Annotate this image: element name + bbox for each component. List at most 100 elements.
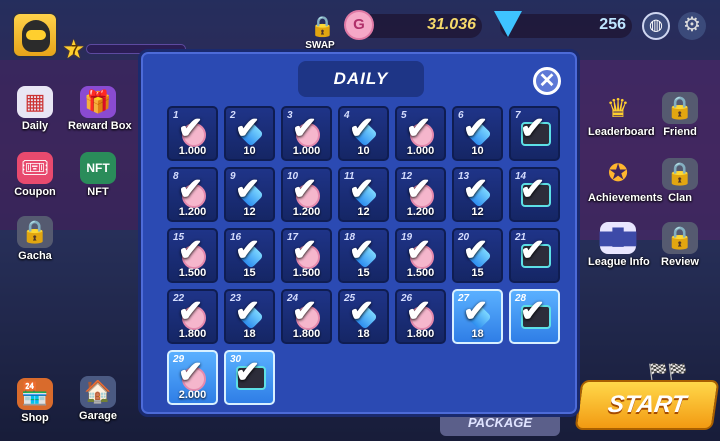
reward-amount: 1.800	[406, 328, 435, 340]
checkmark-icon: ✔	[406, 112, 432, 145]
reward-box-button[interactable]: 🎁 Reward Box	[68, 86, 132, 132]
reward-amount: 1.200	[292, 206, 321, 218]
player-level: 7	[71, 42, 79, 57]
reward-day-23[interactable]: 23 ✔ 18	[224, 289, 275, 344]
reward-day-26[interactable]: 26 ✔ 1.800	[395, 289, 446, 344]
checkmark-icon: ✔	[178, 173, 204, 206]
reward-day-16[interactable]: 16 ✔ 15	[224, 228, 275, 283]
checkmark-icon: ✔	[520, 112, 546, 145]
reward-day-6[interactable]: 6 ✔ 10	[452, 106, 503, 161]
reward-day-24[interactable]: 24 ✔ 1.800	[281, 289, 332, 344]
achievements-button[interactable]: ✪ Achievements	[588, 158, 663, 204]
reward-day-8[interactable]: 8 ✔ 1.200	[167, 167, 218, 222]
reward-amount: 1.800	[178, 328, 207, 340]
swap-button[interactable]: 🔒 SWAP	[300, 10, 340, 51]
checkered-flags-icon: 🏁🏁	[648, 364, 688, 381]
reward-amount: 1.000	[292, 145, 321, 157]
checkmark-icon: ✔	[235, 173, 261, 206]
player-avatar[interactable]	[12, 12, 58, 58]
nft-icon: NFT	[80, 152, 116, 184]
checkmark-icon: ✔	[178, 234, 204, 267]
reward-day-25[interactable]: 25 ✔ 18	[338, 289, 389, 344]
reward-day-3[interactable]: 3 ✔ 1.000	[281, 106, 332, 161]
reward-day-9[interactable]: 9 ✔ 12	[224, 167, 275, 222]
reward-amount: 1.500	[406, 267, 435, 279]
reward-day-27[interactable]: 27 ✔ 18	[452, 289, 503, 344]
reward-day-2[interactable]: 2 ✔ 10	[224, 106, 275, 161]
clan-button[interactable]: 🔒 Clan	[650, 158, 710, 204]
checkmark-icon: ✔	[349, 295, 375, 328]
reward-day-19[interactable]: 19 ✔ 1.500	[395, 228, 446, 283]
league-info-label: League Info	[588, 256, 650, 268]
reward-day-10[interactable]: 10 ✔ 1.200	[281, 167, 332, 222]
checkmark-icon: ✔	[292, 112, 318, 145]
checkmark-icon: ✔	[520, 295, 546, 328]
crown-icon: ♛	[606, 93, 630, 123]
friend-button[interactable]: 🔒 Friend	[650, 92, 710, 138]
reward-amount: 15	[471, 267, 484, 279]
reward-amount: 12	[471, 206, 484, 218]
review-button[interactable]: 🔒 Review	[650, 222, 710, 268]
lock-icon: 🔒	[662, 92, 698, 124]
gacha-button[interactable]: 🔒 Gacha	[5, 216, 65, 262]
reward-day-20[interactable]: 20 ✔ 15	[452, 228, 503, 283]
reward-amount: 18	[471, 328, 484, 340]
nft-label: NFT	[87, 186, 109, 198]
reward-amount: 1.500	[292, 267, 321, 279]
clan-label: Clan	[668, 192, 692, 204]
leaderboard-button[interactable]: ♛ Leaderboard	[588, 92, 655, 138]
checkmark-icon: ✔	[463, 295, 489, 328]
lock-icon: 🔒	[662, 158, 698, 190]
checkmark-icon: ✔	[520, 173, 546, 206]
reward-day-22[interactable]: 22 ✔ 1.800	[167, 289, 218, 344]
reward-day-21[interactable]: 21 ✔	[509, 228, 560, 283]
reward-amount: 10	[357, 145, 370, 157]
gear-icon[interactable]: ⚙	[678, 12, 706, 40]
checkmark-icon: ✔	[292, 295, 318, 328]
reward-day-1[interactable]: 1 ✔ 1.000	[167, 106, 218, 161]
dialog-title: DAILY	[298, 61, 424, 97]
reward-day-14[interactable]: 14 ✔	[509, 167, 560, 222]
reward-day-18[interactable]: 18 ✔ 15	[338, 228, 389, 283]
checkmark-icon: ✔	[406, 295, 432, 328]
nft-button[interactable]: NFT NFT	[68, 152, 128, 198]
checkmark-icon: ✔	[349, 173, 375, 206]
coupon-button[interactable]: 🎟 Coupon	[5, 152, 65, 198]
garage-icon: 🏠	[80, 376, 116, 408]
reward-amount: 18	[243, 328, 256, 340]
reward-day-30[interactable]: 30 ✔	[224, 350, 275, 405]
reward-day-28[interactable]: 28 ✔	[509, 289, 560, 344]
friend-label: Friend	[663, 126, 697, 138]
checkmark-icon: ✔	[349, 112, 375, 145]
league-info-button[interactable]: ▆█▆ League Info	[588, 222, 650, 268]
globe-icon[interactable]: ◍	[642, 12, 670, 40]
reward-amount: 10	[471, 145, 484, 157]
medal-icon: ✪	[607, 160, 629, 187]
shop-button[interactable]: 🏪 Shop	[5, 378, 65, 424]
checkmark-icon: ✔	[292, 234, 318, 267]
reward-day-29[interactable]: 29 ✔ 2.000	[167, 350, 218, 405]
close-icon[interactable]: ✕	[533, 67, 561, 95]
coin-balance: 31.036	[427, 16, 476, 33]
daily-button[interactable]: ▦ Daily	[5, 86, 65, 132]
reward-day-5[interactable]: 5 ✔ 1.000	[395, 106, 446, 161]
coupon-label: Coupon	[14, 186, 56, 198]
reward-day-11[interactable]: 11 ✔ 12	[338, 167, 389, 222]
reward-day-13[interactable]: 13 ✔ 12	[452, 167, 503, 222]
diamond-icon	[494, 11, 522, 37]
reward-amount: 1.500	[178, 267, 207, 279]
reward-day-7[interactable]: 7 ✔	[509, 106, 560, 161]
checkmark-icon: ✔	[520, 234, 546, 267]
checkmark-icon: ✔	[178, 356, 204, 389]
reward-amount: 15	[243, 267, 256, 279]
achievements-label: Achievements	[588, 192, 663, 204]
checkmark-icon: ✔	[463, 173, 489, 206]
reward-day-12[interactable]: 12 ✔ 1.200	[395, 167, 446, 222]
calendar-icon: ▦	[17, 86, 53, 118]
garage-button[interactable]: 🏠 Garage	[68, 376, 128, 422]
reward-day-15[interactable]: 15 ✔ 1.500	[167, 228, 218, 283]
start-button[interactable]: START	[574, 380, 720, 430]
reward-day-17[interactable]: 17 ✔ 1.500	[281, 228, 332, 283]
reward-day-4[interactable]: 4 ✔ 10	[338, 106, 389, 161]
reward-amount: 1.200	[406, 206, 435, 218]
